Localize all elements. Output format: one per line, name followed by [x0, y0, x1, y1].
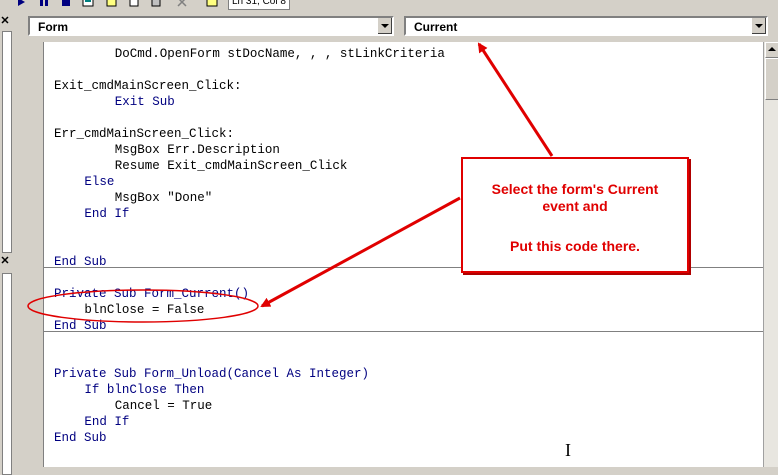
object-combo-value: Form	[38, 20, 68, 34]
code-line[interactable]: Err_cmdMainScreen_Click:	[54, 126, 234, 142]
project-pane-edge	[2, 31, 12, 253]
code-line[interactable]: blnClose = False	[84, 302, 204, 318]
code-line[interactable]: Exit_cmdMainScreen_Click:	[54, 78, 242, 94]
callout-line-3: Put this code there.	[510, 238, 640, 254]
code-line[interactable]: MsgBox Err.Description	[115, 142, 280, 158]
vertical-scrollbar[interactable]	[763, 42, 778, 467]
project-explorer-icon[interactable]	[106, 0, 118, 8]
left-dock-strip: ✕ ✕	[0, 11, 12, 475]
code-line[interactable]: Private Sub Form_Unload(Cancel As Intege…	[54, 366, 369, 382]
stop-icon[interactable]	[60, 0, 72, 8]
code-line[interactable]: End Sub	[54, 254, 107, 270]
code-line[interactable]: Exit Sub	[115, 94, 175, 110]
instruction-callout: Select the form's Current event and Put …	[461, 157, 689, 273]
procedure-separator	[44, 331, 764, 332]
chevron-down-icon[interactable]	[751, 18, 766, 34]
code-line[interactable]: Private Sub Form_Current()	[54, 286, 249, 302]
scroll-up-icon[interactable]	[765, 42, 778, 58]
run-icon[interactable]	[16, 0, 28, 8]
code-line[interactable]: End If	[84, 206, 129, 222]
properties-icon[interactable]	[128, 0, 140, 8]
design-mode-icon[interactable]	[82, 0, 94, 8]
code-line[interactable]: End If	[84, 414, 129, 430]
object-browser-icon[interactable]	[150, 0, 162, 8]
code-line[interactable]: End Sub	[54, 430, 107, 446]
close-project-pane-icon[interactable]: ✕	[0, 16, 10, 27]
callout-line-1: Select the form's Current	[491, 181, 659, 197]
code-line[interactable]: MsgBox "Done"	[115, 190, 213, 206]
pause-icon[interactable]	[38, 0, 50, 8]
code-line[interactable]: End Sub	[54, 318, 107, 334]
close-properties-pane-icon[interactable]: ✕	[0, 256, 10, 267]
code-window-combo-bar: Form Current	[22, 14, 778, 42]
procedure-combo-value: Current	[414, 20, 458, 34]
code-line[interactable]: DoCmd.OpenForm stDocName, , , stLinkCrit…	[115, 46, 445, 62]
code-line[interactable]: If blnClose Then	[84, 382, 204, 398]
code-line[interactable]: Cancel = True	[115, 398, 213, 414]
toolbar: Ln 31, Col 8	[0, 0, 778, 11]
code-line[interactable]: Else	[84, 174, 114, 190]
help-icon[interactable]	[206, 0, 218, 8]
properties-pane-edge	[2, 273, 12, 475]
text-cursor-icon: I	[565, 440, 571, 460]
object-combo[interactable]: Form	[28, 16, 394, 36]
callout-line-2: event and	[542, 198, 608, 214]
code-line[interactable]: Resume Exit_cmdMainScreen_Click	[115, 158, 348, 174]
cursor-position-status: Ln 31, Col 8	[228, 0, 290, 10]
close-toolbar-icon[interactable]	[176, 0, 188, 8]
scroll-thumb[interactable]	[765, 58, 778, 100]
procedure-combo[interactable]: Current	[404, 16, 768, 36]
chevron-down-icon[interactable]	[377, 18, 392, 34]
